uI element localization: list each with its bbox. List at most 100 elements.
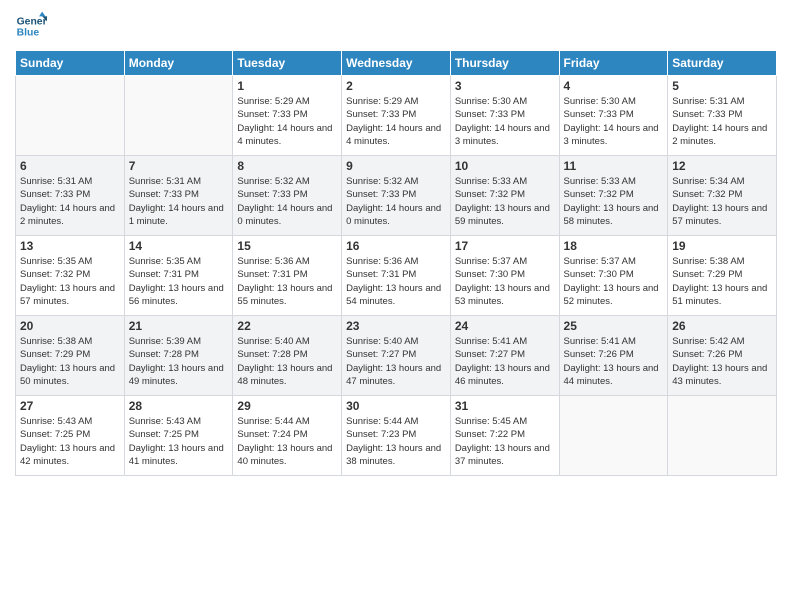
day-number: 10 [455, 159, 555, 173]
calendar-cell: 21Sunrise: 5:39 AM Sunset: 7:28 PM Dayli… [124, 316, 233, 396]
calendar-cell: 4 Sunrise: 5:30 AM Sunset: 7:33 PM Daylig… [559, 76, 668, 156]
calendar-cell [559, 396, 668, 476]
calendar-table: SundayMondayTuesdayWednesdayThursdayFrid… [15, 50, 777, 476]
day-info: Sunrise: 5:31 AM Sunset: 7:33 PM Dayligh… [20, 175, 120, 228]
day-info: Sunrise: 5:32 AM Sunset: 7:33 PM Dayligh… [346, 175, 446, 228]
day-number: 29 [237, 399, 337, 413]
calendar-cell [124, 76, 233, 156]
calendar-cell: 22 Sunrise: 5:40 AM Sunset: 7:28 PM Dayli… [233, 316, 342, 396]
day-info: Sunrise: 5:44 AM Sunset: 7:23 PM Dayligh… [346, 415, 446, 468]
day-number: 30 [346, 399, 446, 413]
week-row-1: 1 Sunrise: 5:29 AM Sunset: 7:33 PM Daylig… [16, 76, 777, 156]
day-number: 9 [346, 159, 446, 173]
calendar-cell: 10 Sunrise: 5:33 AM Sunset: 7:32 PM Dayli… [450, 156, 559, 236]
day-info: Sunrise: 5:35 AM Sunset: 7:31 PM Dayligh… [129, 255, 229, 308]
calendar-cell: 8 Sunrise: 5:32 AM Sunset: 7:33 PM Daylig… [233, 156, 342, 236]
calendar-cell: 31Sunrise: 5:45 AM Sunset: 7:22 PM Dayli… [450, 396, 559, 476]
calendar-cell: 28 Sunrise: 5:43 AM Sunset: 7:25 PM Dayli… [124, 396, 233, 476]
day-number: 13 [20, 239, 120, 253]
calendar-cell: 3Sunrise: 5:30 AM Sunset: 7:33 PM Daylig… [450, 76, 559, 156]
day-number: 27 [20, 399, 120, 413]
day-info: Sunrise: 5:38 AM Sunset: 7:29 PM Dayligh… [20, 335, 120, 388]
calendar-cell: 17 Sunrise: 5:37 AM Sunset: 7:30 PM Dayli… [450, 236, 559, 316]
day-number: 14 [129, 239, 229, 253]
day-number: 23 [346, 319, 446, 333]
day-number: 20 [20, 319, 120, 333]
day-number: 6 [20, 159, 120, 173]
day-number: 5 [672, 79, 772, 93]
day-number: 19 [672, 239, 772, 253]
calendar-cell: 15 Sunrise: 5:36 AM Sunset: 7:31 PM Dayli… [233, 236, 342, 316]
day-info: Sunrise: 5:42 AM Sunset: 7:26 PM Dayligh… [672, 335, 772, 388]
day-info: Sunrise: 5:30 AM Sunset: 7:33 PM Dayligh… [564, 95, 664, 148]
day-number: 11 [564, 159, 664, 173]
week-row-4: 20 Sunrise: 5:38 AM Sunset: 7:29 PM Dayli… [16, 316, 777, 396]
calendar-cell: 13Sunrise: 5:35 AM Sunset: 7:32 PM Dayli… [16, 236, 125, 316]
day-info: Sunrise: 5:36 AM Sunset: 7:31 PM Dayligh… [237, 255, 337, 308]
weekday-header-friday: Friday [559, 51, 668, 76]
day-info: Sunrise: 5:40 AM Sunset: 7:28 PM Dayligh… [237, 335, 337, 388]
calendar-cell: 30 Sunrise: 5:44 AM Sunset: 7:23 PM Dayli… [342, 396, 451, 476]
day-info: Sunrise: 5:32 AM Sunset: 7:33 PM Dayligh… [237, 175, 337, 228]
weekday-header-row: SundayMondayTuesdayWednesdayThursdayFrid… [16, 51, 777, 76]
calendar-cell: 19 Sunrise: 5:38 AM Sunset: 7:29 PM Dayli… [668, 236, 777, 316]
day-number: 25 [564, 319, 664, 333]
day-number: 16 [346, 239, 446, 253]
week-row-2: 6 Sunrise: 5:31 AM Sunset: 7:33 PM Daylig… [16, 156, 777, 236]
day-info: Sunrise: 5:37 AM Sunset: 7:30 PM Dayligh… [455, 255, 555, 308]
day-number: 22 [237, 319, 337, 333]
svg-text:Blue: Blue [17, 28, 40, 39]
day-number: 2 [346, 79, 446, 93]
svg-text:General: General [17, 16, 47, 27]
weekday-header-tuesday: Tuesday [233, 51, 342, 76]
day-number: 1 [237, 79, 337, 93]
weekday-header-monday: Monday [124, 51, 233, 76]
day-info: Sunrise: 5:37 AM Sunset: 7:30 PM Dayligh… [564, 255, 664, 308]
calendar-cell [668, 396, 777, 476]
calendar-cell: 6 Sunrise: 5:31 AM Sunset: 7:33 PM Daylig… [16, 156, 125, 236]
weekday-header-saturday: Saturday [668, 51, 777, 76]
calendar-cell: 24 Sunrise: 5:41 AM Sunset: 7:27 PM Dayli… [450, 316, 559, 396]
day-number: 18 [564, 239, 664, 253]
day-number: 7 [129, 159, 229, 173]
calendar-cell: 25Sunrise: 5:41 AM Sunset: 7:26 PM Dayli… [559, 316, 668, 396]
day-number: 15 [237, 239, 337, 253]
day-info: Sunrise: 5:33 AM Sunset: 7:32 PM Dayligh… [564, 175, 664, 228]
calendar-cell: 1 Sunrise: 5:29 AM Sunset: 7:33 PM Daylig… [233, 76, 342, 156]
calendar-cell: 12 Sunrise: 5:34 AM Sunset: 7:32 PM Dayli… [668, 156, 777, 236]
day-number: 3 [455, 79, 555, 93]
day-info: Sunrise: 5:43 AM Sunset: 7:25 PM Dayligh… [20, 415, 120, 468]
day-info: Sunrise: 5:36 AM Sunset: 7:31 PM Dayligh… [346, 255, 446, 308]
day-info: Sunrise: 5:31 AM Sunset: 7:33 PM Dayligh… [129, 175, 229, 228]
day-number: 28 [129, 399, 229, 413]
calendar-cell: 23Sunrise: 5:40 AM Sunset: 7:27 PM Dayli… [342, 316, 451, 396]
weekday-header-sunday: Sunday [16, 51, 125, 76]
logo: General Blue [15, 10, 47, 42]
logo-icon: General Blue [15, 10, 47, 42]
week-row-5: 27 Sunrise: 5:43 AM Sunset: 7:25 PM Dayli… [16, 396, 777, 476]
day-number: 4 [564, 79, 664, 93]
day-info: Sunrise: 5:33 AM Sunset: 7:32 PM Dayligh… [455, 175, 555, 228]
calendar-cell: 9 Sunrise: 5:32 AM Sunset: 7:33 PM Daylig… [342, 156, 451, 236]
page-container: General Blue SundayMondayTuesdayWednesda… [0, 0, 792, 612]
calendar-cell: 18 Sunrise: 5:37 AM Sunset: 7:30 PM Dayli… [559, 236, 668, 316]
day-info: Sunrise: 5:29 AM Sunset: 7:33 PM Dayligh… [237, 95, 337, 148]
day-info: Sunrise: 5:44 AM Sunset: 7:24 PM Dayligh… [237, 415, 337, 468]
day-info: Sunrise: 5:31 AM Sunset: 7:33 PM Dayligh… [672, 95, 772, 148]
day-info: Sunrise: 5:41 AM Sunset: 7:27 PM Dayligh… [455, 335, 555, 388]
day-info: Sunrise: 5:34 AM Sunset: 7:32 PM Dayligh… [672, 175, 772, 228]
weekday-header-wednesday: Wednesday [342, 51, 451, 76]
day-number: 12 [672, 159, 772, 173]
day-info: Sunrise: 5:43 AM Sunset: 7:25 PM Dayligh… [129, 415, 229, 468]
day-info: Sunrise: 5:29 AM Sunset: 7:33 PM Dayligh… [346, 95, 446, 148]
weekday-header-thursday: Thursday [450, 51, 559, 76]
header: General Blue [15, 10, 777, 42]
calendar-cell: 20 Sunrise: 5:38 AM Sunset: 7:29 PM Dayli… [16, 316, 125, 396]
calendar-cell: 14 Sunrise: 5:35 AM Sunset: 7:31 PM Dayli… [124, 236, 233, 316]
day-info: Sunrise: 5:45 AM Sunset: 7:22 PM Dayligh… [455, 415, 555, 468]
day-info: Sunrise: 5:38 AM Sunset: 7:29 PM Dayligh… [672, 255, 772, 308]
day-number: 17 [455, 239, 555, 253]
day-number: 8 [237, 159, 337, 173]
day-number: 24 [455, 319, 555, 333]
calendar-cell: 5 Sunrise: 5:31 AM Sunset: 7:33 PM Daylig… [668, 76, 777, 156]
